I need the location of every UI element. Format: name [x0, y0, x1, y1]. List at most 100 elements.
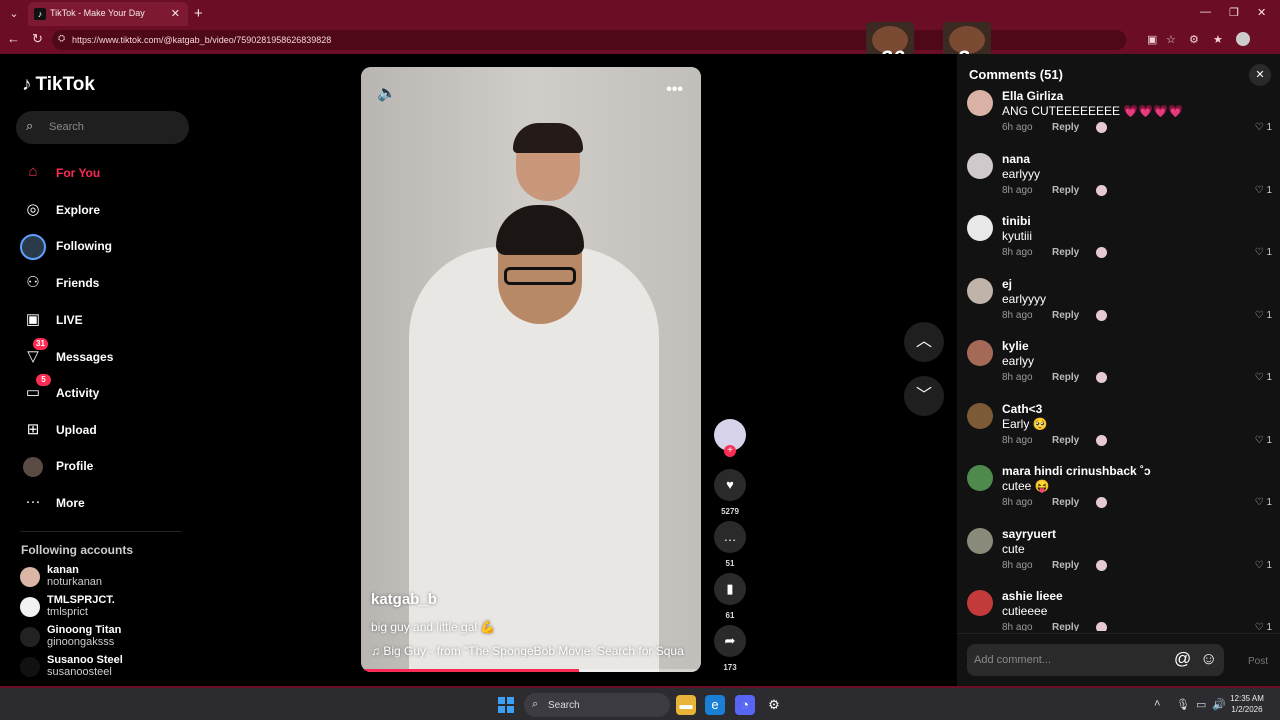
browser-profile-avatar[interactable]	[1236, 32, 1250, 46]
reply-button[interactable]: Reply	[1052, 560, 1079, 571]
next-video-button[interactable]: ﹀	[904, 376, 944, 416]
search-input[interactable]: ⌕ Search	[16, 111, 189, 144]
comment-like-button[interactable]: ♡ 1	[1255, 560, 1272, 571]
comment-item[interactable]: tinibi kyutiii 8h ago Reply ♡ 1	[967, 213, 1272, 273]
reply-button[interactable]: Reply	[1052, 622, 1079, 631]
mention-icon[interactable]: @	[1174, 649, 1191, 669]
sidebar-item-activity[interactable]: ▭ 5 Activity	[22, 374, 192, 405]
comment-author[interactable]: Ella Girliza	[1002, 89, 1063, 103]
comment-author[interactable]: tinibi	[1002, 214, 1031, 228]
tab-list-icon[interactable]: ⌄	[6, 6, 22, 22]
edge-browser-icon[interactable]: e	[705, 695, 725, 715]
comment-author[interactable]: mara hindi crinushback ˚ↄ	[1002, 464, 1151, 478]
window-close-button[interactable]: ✕	[1257, 6, 1266, 19]
comment-like-button[interactable]: ♡ 1	[1255, 247, 1272, 258]
comment-item[interactable]: kylie earlyy 8h ago Reply ♡ 1	[967, 338, 1272, 398]
sidebar-item-messages[interactable]: ▽ 31 Messages	[22, 338, 192, 369]
avatar[interactable]	[967, 527, 993, 554]
restore-button[interactable]: ❐	[1229, 6, 1239, 19]
sidebar-item-following[interactable]: Following	[20, 234, 192, 260]
reply-button[interactable]: Reply	[1052, 310, 1079, 321]
tiktok-logo[interactable]: ♪ TikTok	[22, 74, 95, 96]
minimize-button[interactable]: —	[1200, 6, 1211, 18]
app-available-icon[interactable]: ▣	[1147, 33, 1157, 46]
avatar[interactable]	[967, 215, 993, 241]
file-explorer-icon[interactable]: ▬	[676, 695, 696, 715]
share-icon[interactable]: ➦	[714, 625, 746, 657]
comment-author[interactable]: ej	[1002, 277, 1012, 291]
volume-icon[interactable]: 🔈	[377, 83, 397, 103]
heart-icon[interactable]: ♥	[714, 469, 746, 501]
sidebar-item-profile[interactable]: Profile	[22, 454, 192, 478]
more-options-icon[interactable]: •••	[666, 81, 683, 99]
favorites-icon[interactable]: ★	[1213, 33, 1223, 46]
video-author[interactable]: katgab_b	[371, 591, 437, 608]
following-account-item[interactable]: kanan noturkanan	[20, 564, 190, 592]
sidebar-item-upload[interactable]: ⊞ Upload	[22, 418, 192, 442]
avatar[interactable]	[967, 152, 993, 179]
taskbar-search[interactable]: ⌕ Search	[524, 693, 670, 717]
sidebar-item-more[interactable]: ··· More	[22, 491, 192, 515]
reply-button[interactable]: Reply	[1052, 372, 1079, 383]
comment-item[interactable]: sayryuert cute 8h ago Reply ♡ 1	[967, 526, 1272, 586]
refresh-button[interactable]: ↻	[32, 31, 43, 47]
settings-app-icon[interactable]: ⚙	[764, 695, 784, 715]
comment-like-button[interactable]: ♡ 1	[1255, 122, 1272, 133]
comment-like-button[interactable]: ♡ 1	[1255, 622, 1272, 631]
sidebar-item-live[interactable]: ▣ LIVE	[22, 308, 192, 332]
share-action[interactable]: ➦ 173	[712, 625, 748, 672]
comment-action[interactable]: … 51	[712, 521, 748, 568]
avatar[interactable]	[967, 402, 993, 429]
windows-start-icon[interactable]	[498, 697, 514, 713]
comment-item[interactable]: mara hindi crinushback ˚ↄ cutee 😝 8h ago Re…	[967, 463, 1272, 523]
comment-item[interactable]: Ella Girliza ANG CUTEEEEEEEE 💗💗💗💗 6h ago Re…	[967, 88, 1272, 148]
discord-icon[interactable]: ◔	[735, 695, 755, 715]
tray-chevron-icon[interactable]: ˄	[1154, 698, 1160, 710]
previous-video-button[interactable]: ︿	[904, 322, 944, 362]
reply-button[interactable]: Reply	[1052, 247, 1079, 258]
browser-tab[interactable]: ♪ TikTok - Make Your Day ✕	[28, 2, 188, 26]
avatar[interactable]	[967, 465, 993, 491]
favorite-star-icon[interactable]: ☆	[1166, 33, 1176, 46]
sidebar-item-friends[interactable]: ⚇ Friends	[22, 271, 192, 295]
following-account-item[interactable]: Ginoong Titan ginoongaksss	[20, 624, 190, 652]
sidebar-item-explore[interactable]: ◎ Explore	[22, 198, 192, 222]
video-player[interactable]: 🔈 ••• katgab_b big guy and little gal 💪 …	[361, 67, 701, 672]
creator-avatar-button[interactable]: +	[712, 419, 748, 457]
save-action[interactable]: ▮ 61	[712, 573, 748, 620]
system-clock[interactable]: 12:35 AM 1/2/2026	[1222, 693, 1272, 715]
comment-author[interactable]: ashie lieee	[1002, 589, 1063, 603]
extensions-icon[interactable]: ⚙	[1189, 33, 1199, 46]
comment-like-button[interactable]: ♡ 1	[1255, 185, 1272, 196]
comment-item[interactable]: ej earlyyyy 8h ago Reply ♡ 1	[967, 276, 1272, 336]
close-icon[interactable]: ✕	[1249, 64, 1271, 86]
tab-close-icon[interactable]: ✕	[171, 7, 180, 20]
reply-button[interactable]: Reply	[1052, 435, 1079, 446]
comment-author[interactable]: sayryuert	[1002, 527, 1056, 541]
new-tab-button[interactable]: +	[194, 5, 203, 22]
emoji-icon[interactable]: ☺	[1200, 649, 1217, 669]
microphone-icon[interactable]: 🎙	[1176, 698, 1190, 711]
post-button[interactable]: Post	[1248, 656, 1268, 667]
comment-author[interactable]: nana	[1002, 152, 1030, 166]
video-music[interactable]: ♫ Big Guy - from "The SpongeBob Movie: S…	[371, 644, 696, 658]
video-progress-bar[interactable]	[361, 669, 701, 672]
comment-author[interactable]: Cath<3	[1002, 402, 1042, 416]
avatar[interactable]	[967, 340, 993, 366]
comment-item[interactable]: Cath<3 Early 🥺 8h ago Reply ♡ 1	[967, 401, 1272, 461]
avatar[interactable]	[967, 277, 993, 304]
following-account-item[interactable]: TMLSPRJCT. tmlsprict	[20, 594, 190, 622]
comment-item[interactable]: nana earlyyy 8h ago Reply ♡ 1	[967, 151, 1272, 211]
reply-button[interactable]: Reply	[1052, 122, 1079, 133]
following-account-item[interactable]: Susanoo Steel susanoosteel	[20, 654, 190, 682]
comment-like-button[interactable]: ♡ 1	[1255, 497, 1272, 508]
reply-button[interactable]: Reply	[1052, 497, 1079, 508]
comment-like-button[interactable]: ♡ 1	[1255, 372, 1272, 383]
comment-author[interactable]: kylie	[1002, 339, 1029, 353]
comment-input[interactable]: Add comment... @ ☺	[967, 644, 1224, 676]
bookmark-icon[interactable]: ▮	[714, 573, 746, 605]
avatar[interactable]	[967, 590, 993, 616]
back-button[interactable]: ←	[7, 31, 20, 46]
like-action[interactable]: ♥ 5279	[712, 469, 748, 516]
comment-like-button[interactable]: ♡ 1	[1255, 435, 1272, 446]
